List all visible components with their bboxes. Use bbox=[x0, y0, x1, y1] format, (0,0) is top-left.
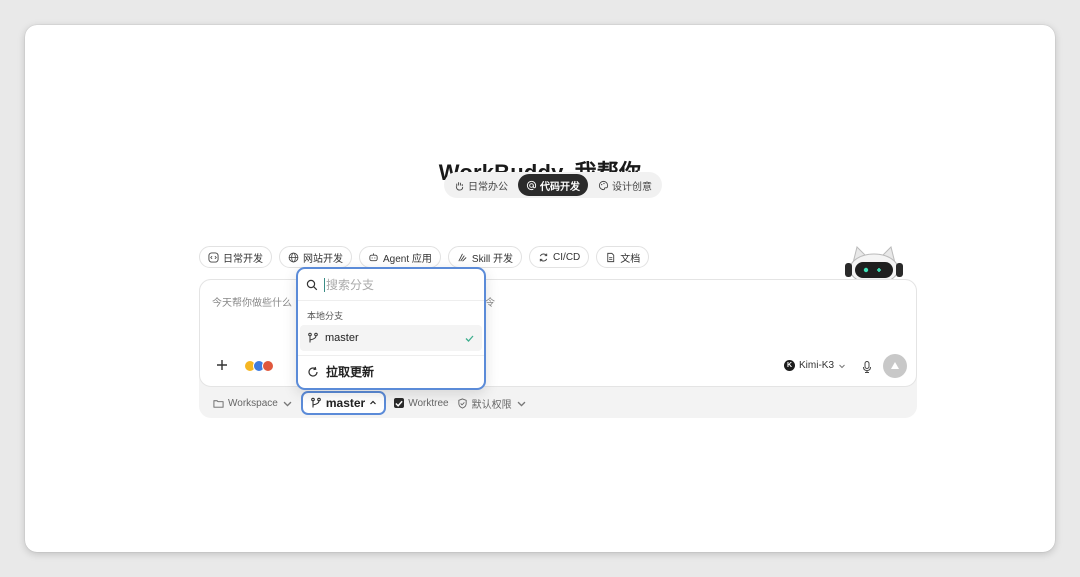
palette-icon bbox=[598, 180, 609, 190]
checkmark-icon bbox=[465, 335, 474, 342]
skill-icon bbox=[458, 253, 467, 261]
chip-label: 文档 bbox=[620, 253, 641, 265]
worktree-checkbox[interactable] bbox=[394, 398, 405, 408]
chip-label: 网站开发 bbox=[303, 253, 343, 265]
model-name: Kimi-K3 bbox=[799, 360, 835, 371]
cycle-icon bbox=[539, 253, 548, 261]
tab-label: 日常办公 bbox=[468, 181, 508, 193]
tab-code-dev[interactable]: 代码开发 bbox=[518, 174, 588, 196]
tab-design[interactable]: 设计创意 bbox=[590, 174, 660, 196]
chip-web-dev[interactable]: 网站开发 bbox=[279, 246, 352, 268]
document-icon bbox=[607, 252, 615, 262]
refresh-icon bbox=[308, 366, 318, 377]
globe-icon bbox=[288, 252, 299, 262]
code-icon bbox=[208, 251, 219, 263]
chevron-up-icon bbox=[370, 400, 377, 405]
branch-item-master[interactable]: master bbox=[300, 325, 482, 351]
branch-name: master bbox=[325, 396, 366, 410]
chip-docs[interactable]: 文档 bbox=[596, 246, 650, 268]
at-icon bbox=[526, 180, 537, 190]
mode-tabs: 日常办公 代码开发 设计创意 bbox=[444, 172, 662, 198]
robot-icon bbox=[369, 252, 378, 261]
chip-label: Agent 应用 bbox=[383, 253, 432, 265]
pull-updates-button[interactable]: 拉取更新 bbox=[307, 363, 374, 380]
permission-label: 默认权限 bbox=[471, 399, 512, 411]
local-branches-heading: 本地分支 bbox=[307, 311, 344, 321]
mascot-cat-robot-icon bbox=[845, 246, 903, 283]
arrow-up-icon bbox=[891, 362, 899, 369]
kimi-logo-icon: K bbox=[784, 360, 795, 371]
avatar-red-icon bbox=[262, 360, 274, 372]
chevron-down-icon bbox=[283, 401, 292, 407]
add-attachment-button[interactable] bbox=[214, 358, 230, 374]
permission-selector[interactable]: 默认权限 bbox=[457, 396, 527, 411]
worktree-toggle[interactable]: Worktree bbox=[394, 397, 449, 409]
agent-avatars[interactable] bbox=[244, 360, 274, 372]
composer-footer: Workspace master Worktree 默认权限 bbox=[213, 391, 527, 415]
shield-check-icon bbox=[457, 397, 467, 409]
tab-label: 代码开发 bbox=[540, 181, 580, 193]
check-icon bbox=[395, 400, 403, 407]
quick-chips: 日常开发 网站开发 Agent 应用 Skill 开发 CI/CD 文档 bbox=[199, 246, 650, 268]
branch-dropdown: 本地分支 master 拉取更新 bbox=[296, 267, 486, 390]
branch-item-label: master bbox=[325, 332, 359, 344]
branch-selector-button[interactable]: master bbox=[300, 391, 387, 415]
chip-skill-dev[interactable]: Skill 开发 bbox=[447, 246, 523, 268]
worktree-label: Worktree bbox=[408, 397, 449, 409]
chip-label: 日常开发 bbox=[223, 253, 263, 265]
folder-icon bbox=[213, 399, 224, 408]
workspace-selector[interactable]: Workspace bbox=[213, 398, 293, 409]
hand-icon bbox=[455, 181, 464, 191]
chevron-down-icon bbox=[517, 401, 526, 407]
branch-search bbox=[306, 276, 478, 294]
divider bbox=[298, 300, 484, 301]
pull-updates-label: 拉取更新 bbox=[326, 365, 375, 379]
send-button[interactable] bbox=[883, 354, 907, 378]
workspace-label: Workspace bbox=[228, 397, 278, 409]
tab-label: 设计创意 bbox=[612, 181, 652, 193]
chip-label: Skill 开发 bbox=[471, 253, 514, 265]
model-selector[interactable]: K Kimi-K3 bbox=[784, 360, 846, 371]
prompt-placeholder-tail: 令 bbox=[485, 298, 495, 309]
prompt-placeholder: 今天帮你做些什么 bbox=[212, 298, 292, 309]
git-branch-icon bbox=[308, 332, 318, 343]
divider bbox=[298, 355, 484, 356]
chip-label: CI/CD bbox=[553, 251, 581, 263]
app-window: WorkBuddy, 我帮你 日常办公 代码开发 设计创意 日常开发 网站开发 … bbox=[25, 25, 1055, 552]
branch-search-input[interactable] bbox=[324, 278, 474, 292]
chip-daily-dev[interactable]: 日常开发 bbox=[199, 246, 272, 268]
search-icon bbox=[306, 279, 318, 291]
chip-cicd[interactable]: CI/CD bbox=[529, 246, 590, 268]
tab-daily-office[interactable]: 日常办公 bbox=[446, 174, 516, 196]
microphone-icon[interactable] bbox=[861, 360, 873, 374]
plus-icon bbox=[217, 360, 227, 370]
chevron-down-icon bbox=[839, 364, 845, 368]
git-branch-icon bbox=[311, 397, 321, 408]
chip-agent-app[interactable]: Agent 应用 bbox=[359, 246, 441, 268]
